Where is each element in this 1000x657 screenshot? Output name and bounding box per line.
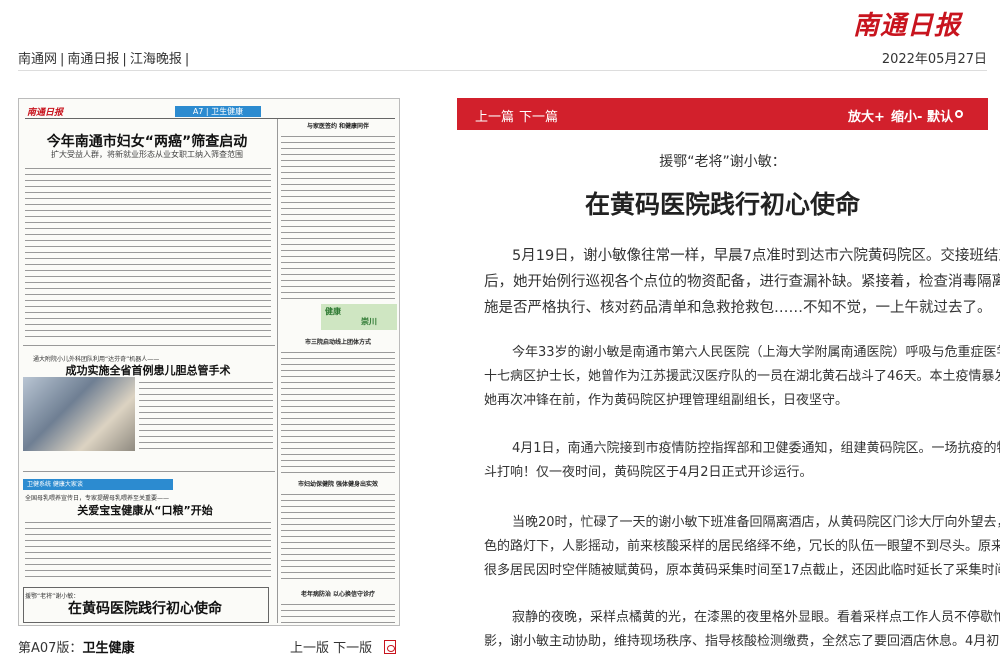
paragraph-line: 施是否严格执行、核对药品清单和急救抢救包……不知不觉，一上午就过去了。 [484, 300, 992, 316]
default-circle-icon[interactable] [955, 110, 963, 118]
next-article-link[interactable]: 下一篇 [519, 106, 558, 125]
nav-link-nantong-daily[interactable]: 南通日报 [67, 52, 119, 67]
paragraph-line: 4月1日，南通六院接到市疫情防控指挥部和卫健委通知，组建黄码院区。一场抗疫的特殊… [512, 441, 1000, 456]
zoom-in-button[interactable]: 放大+ [848, 106, 885, 125]
nav-link-nantong-net[interactable]: 南通网 [18, 52, 57, 67]
thumbnail-banner-text-a: 健康 [325, 307, 341, 316]
thumbnail-headline-4[interactable]: 在黄码医院践行初心使命 [25, 598, 265, 618]
thumbnail-rule [23, 471, 275, 472]
thumbnail-text-block-6 [281, 491, 395, 583]
article-paragraph-3: 4月1日，南通六院接到市疫情防控指挥部和卫健委通知，组建黄码院区。一场抗疫的特殊… [484, 437, 1000, 485]
paragraph-line: 色的路灯下，人影摇动，前来核酸采样的居民络绎不绝，冗长的队伍一眼望不到尽头。原来… [484, 539, 1000, 554]
pdf-icon[interactable] [384, 640, 397, 654]
article-paragraph-5: 寂静的夜晚，采样点橘黄的光，在漆黑的夜里格外显眼。看着采样点工作人员不停歇忙碌的… [484, 606, 1000, 654]
thumbnail-right-headline-2[interactable]: 市三院启动线上团体方式 [281, 337, 395, 346]
next-page-link[interactable]: 下一版 [333, 641, 372, 656]
thumbnail-text-block-2 [139, 379, 273, 449]
header-divider [18, 70, 987, 71]
thumbnail-text-block-1 [25, 165, 271, 341]
thumbnail-photo-surgery [23, 377, 135, 451]
zoom-default-button[interactable]: 默认 [927, 106, 953, 125]
thumbnail-subhead-1: 扩大受益人群，将新就业形态从业女职工纳入筛查范围 [51, 150, 243, 159]
prev-page-link[interactable]: 上一版 [290, 641, 329, 656]
paragraph-line: 她再次冲锋在前，作为黄码院区护理管理组副组长，日夜坚守。 [484, 393, 849, 408]
thumbnail-rule [23, 345, 275, 346]
top-nav: 南通网 | 南通日报 | 江海晚报 | [18, 52, 190, 67]
paragraph-line: 后，她开始例行巡视各个点位的物资配备，进行查漏补缺。紧接着，检查消毒隔离措 [484, 274, 1000, 290]
thumbnail-text-block-7 [281, 601, 395, 623]
nav-link-jianghai-evening[interactable]: 江海晚报 [130, 52, 182, 67]
page-info: 第A07版：卫生健康 [18, 637, 134, 656]
newspaper-page-thumbnail[interactable]: 南通日报 A7 | 卫生健康 今年南通市妇女“两癌”筛查启动 扩大受益人群，将新… [18, 98, 400, 626]
article-toolbar: 上一篇 下一篇 放大+ 缩小- 默认 [457, 98, 988, 130]
thumbnail-banner-text-b: 崇川 [361, 317, 377, 326]
thumbnail-logo: 南通日报 [27, 108, 64, 118]
thumbnail-right-headline-3[interactable]: 市妇幼保健院 强体健身出实效 [281, 479, 395, 488]
page-nav: 上一版 下一版 [290, 637, 397, 656]
thumbnail-headline-3[interactable]: 关爱宝宝健康从“口粮”开始 [25, 502, 265, 518]
thumbnail-column-divider [277, 119, 278, 623]
thumbnail-section-label: A7 | 卫生健康 [175, 106, 261, 117]
thumbnail-right-headline-1[interactable]: 与家医签约 和健康同伴 [281, 121, 395, 130]
thumbnail-prehead-3: 全国母乳喂养宣传日，专家提醒母乳喂养至关重要—— [25, 495, 170, 502]
paragraph-line: 今年33岁的谢小敏是南通市第六人民医院（上海大学附属南通医院）呼吸与危重症医学中… [512, 345, 1000, 360]
page-info-name[interactable]: 卫生健康 [82, 641, 134, 656]
site-logo[interactable]: 南通日报 [853, 5, 981, 41]
zoom-out-button[interactable]: 缩小- [891, 106, 922, 125]
thumbnail-text-block-4 [281, 133, 395, 299]
thumbnail-text-block-5 [281, 349, 395, 473]
thumbnail-headline-2[interactable]: 成功实施全省首例患儿胆总管手术 [33, 362, 263, 378]
thumbnail-headline-1[interactable]: 今年南通市妇女“两癌”筛查启动 [27, 131, 267, 151]
issue-date: 2022年05月27日 [881, 52, 987, 67]
thumbnail-health-banner: 健康 崇川 [321, 304, 397, 330]
article-paragraph-4: 当晚20时，忙碌了一天的谢小敏下班准备回隔离酒店，从黄码院区门诊大厅向外望去，橘… [484, 511, 1000, 583]
paragraph-line: 影，谢小敏主动协助，维持现场秩序、指导核酸检测缴费，全然忘了要回酒店休息。4月初… [484, 634, 1000, 649]
paragraph-line: 十七病区护士长，她曾作为江苏援武汉医疗队的一员在湖北黄石战斗了46天。本土疫情暴… [484, 369, 1000, 384]
article-paragraph-1: 5月19日，谢小敏像往常一样，早晨7点准时到达市六院黄码院区。交接班结束 后，她… [484, 243, 1000, 321]
paragraph-line: 5月19日，谢小敏像往常一样，早晨7点准时到达市六院黄码院区。交接班结束 [512, 248, 1000, 264]
thumbnail-masthead: 南通日报 A7 | 卫生健康 [25, 105, 395, 119]
paragraph-line: 当晚20时，忙碌了一天的谢小敏下班准备回隔离酒店，从黄码院区门诊大厅向外望去，橘… [512, 515, 1000, 530]
prev-article-link[interactable]: 上一篇 [475, 106, 514, 125]
thumbnail-right-headline-4[interactable]: 老年病防治 以心换信守诊疗 [281, 589, 395, 598]
paragraph-line: 斗打响！仅一夜时间，黄码院区于4月2日正式开诊运行。 [484, 465, 813, 480]
article-title: 在黄码医院践行初心使命 [584, 190, 860, 219]
thumbnail-text-block-3 [25, 519, 271, 581]
thumbnail-column-bar: 卫健系统 健康大家谈 [23, 479, 173, 490]
article-paragraph-2: 今年33岁的谢小敏是南通市第六人民医院（上海大学附属南通医院）呼吸与危重症医学中… [484, 341, 1000, 413]
page-info-label: 第A07版： [18, 641, 83, 656]
article-kicker: 援鄂“老将”谢小敏： [659, 154, 786, 170]
paragraph-line: 寂静的夜晚，采样点橘黄的光，在漆黑的夜里格外显眼。看着采样点工作人员不停歇忙碌的… [512, 610, 1000, 625]
paragraph-line: 很多居民因时空伴随被赋黄码，原本黄码采集时间至17点截止，还因此临时延长了采集时… [484, 563, 1000, 578]
